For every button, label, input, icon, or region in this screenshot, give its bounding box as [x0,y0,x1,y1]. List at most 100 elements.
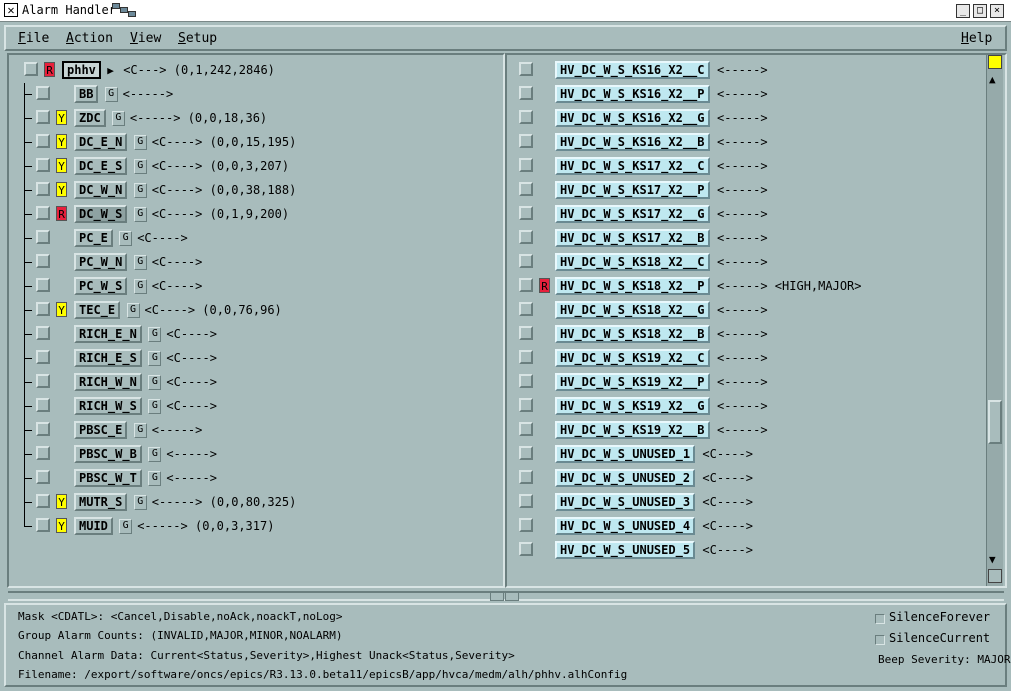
channel-select-box[interactable] [519,158,533,172]
channel-name-button[interactable]: HV_DC_W_S_KS17_X2__P [555,181,710,199]
channel-name-button[interactable]: HV_DC_W_S_KS19_X2__C [555,349,710,367]
channel-select-box[interactable] [519,374,533,388]
group-name-button[interactable]: PBSC_E [74,421,128,439]
group-name-button[interactable]: PC_E [74,229,113,247]
channel-name-button[interactable]: HV_DC_W_S_KS16_X2__C [555,61,710,79]
group-select-box[interactable] [36,86,50,100]
channel-select-box[interactable] [519,110,533,124]
group-name-button[interactable]: MUTR_S [74,493,128,511]
group-guidance-button[interactable]: G [119,231,133,246]
channel-name-button[interactable]: HV_DC_W_S_UNUSED_5 [555,541,696,559]
group-guidance-button[interactable]: G [148,351,162,366]
silence-forever-checkbox[interactable] [875,614,885,624]
channel-select-box[interactable] [519,62,533,76]
channel-name-button[interactable]: HV_DC_W_S_KS16_X2__G [555,109,710,127]
channel-select-box[interactable] [519,86,533,100]
group-name-button[interactable]: phhv [62,61,101,79]
channel-select-box[interactable] [519,398,533,412]
group-name-button[interactable]: DC_W_N [74,181,128,199]
group-guidance-button[interactable]: G [133,183,147,198]
group-name-button[interactable]: PBSC_W_T [74,469,142,487]
splitter-handle-right[interactable] [505,592,519,601]
group-select-box[interactable] [36,446,50,460]
group-select-box[interactable] [36,278,50,292]
group-select-box[interactable] [36,254,50,268]
silence-current-checkbox[interactable] [875,635,885,645]
group-name-button[interactable]: DC_W_S [74,205,128,223]
channel-select-box[interactable] [519,230,533,244]
menu-view[interactable]: View [130,31,161,46]
group-select-box[interactable] [24,62,38,76]
channel-select-box[interactable] [519,518,533,532]
group-select-box[interactable] [36,494,50,508]
group-name-button[interactable]: MUID [74,517,113,535]
group-name-button[interactable]: DC_E_S [74,157,128,175]
group-select-box[interactable] [36,374,50,388]
menu-action[interactable]: Action [66,31,113,46]
group-guidance-button[interactable]: G [104,87,118,102]
group-select-box[interactable] [36,422,50,436]
group-select-box[interactable] [36,110,50,124]
group-select-box[interactable] [36,158,50,172]
close-icon[interactable]: × [990,4,1004,18]
group-name-button[interactable]: BB [74,85,99,103]
group-guidance-button[interactable]: G [133,495,147,510]
channel-name-button[interactable]: HV_DC_W_S_KS18_X2__B [555,325,710,343]
group-guidance-button[interactable]: G [133,159,147,174]
group-select-box[interactable] [36,326,50,340]
splitter-handle-left[interactable] [490,592,504,601]
group-select-box[interactable] [36,230,50,244]
pane-splitter[interactable] [8,591,1004,601]
maximize-icon[interactable]: □ [973,4,987,18]
group-name-button[interactable]: RICH_E_N [74,325,142,343]
group-guidance-button[interactable]: G [148,375,162,390]
channel-name-button[interactable]: HV_DC_W_S_KS17_X2__C [555,157,710,175]
menu-help[interactable]: Help [961,31,992,46]
scrollbar-thumb[interactable] [988,400,1002,444]
channel-name-button[interactable]: HV_DC_W_S_KS19_X2__P [555,373,710,391]
group-select-box[interactable] [36,518,50,532]
group-name-button[interactable]: TEC_E [74,301,121,319]
channel-name-button[interactable]: HV_DC_W_S_UNUSED_2 [555,469,696,487]
group-guidance-button[interactable]: G [148,327,162,342]
channel-select-box[interactable] [519,134,533,148]
group-guidance-button[interactable]: G [133,255,147,270]
group-name-button[interactable]: DC_E_N [74,133,128,151]
group-name-button[interactable]: PC_W_N [74,253,128,271]
group-guidance-button[interactable]: G [133,135,147,150]
window-menu-icon[interactable]: ✕ [4,3,18,17]
group-name-button[interactable]: RICH_W_N [74,373,142,391]
group-guidance-button[interactable]: G [119,519,133,534]
channel-name-button[interactable]: HV_DC_W_S_KS17_X2__B [555,229,710,247]
channel-select-box[interactable] [519,302,533,316]
channel-select-box[interactable] [519,422,533,436]
group-guidance-button[interactable]: G [148,471,162,486]
channel-name-button[interactable]: HV_DC_W_S_UNUSED_3 [555,493,696,511]
group-name-button[interactable]: PBSC_W_B [74,445,142,463]
group-guidance-button[interactable]: G [111,111,125,126]
minimize-icon[interactable]: _ [956,4,970,18]
scroll-down-icon[interactable]: ▼ [989,553,996,566]
channel-name-button[interactable]: HV_DC_W_S_KS16_X2__B [555,133,710,151]
channel-name-button[interactable]: HV_DC_W_S_KS18_X2__C [555,253,710,271]
channel-name-button[interactable]: HV_DC_W_S_KS18_X2__G [555,301,710,319]
group-guidance-button[interactable]: G [148,399,162,414]
pager-icon[interactable] [112,3,148,19]
channel-name-button[interactable]: HV_DC_W_S_KS19_X2__B [555,421,710,439]
group-select-box[interactable] [36,398,50,412]
channel-select-box[interactable] [519,254,533,268]
scroll-up-icon[interactable]: ▲ [989,73,996,86]
group-name-button[interactable]: RICH_E_S [74,349,142,367]
group-name-button[interactable]: ZDC [74,109,106,127]
channel-name-button[interactable]: HV_DC_W_S_UNUSED_4 [555,517,696,535]
menu-file[interactable]: File [18,31,49,46]
channel-name-button[interactable]: HV_DC_W_S_KS19_X2__G [555,397,710,415]
group-guidance-button[interactable]: G [126,303,140,318]
group-guidance-button[interactable]: G [133,279,147,294]
group-select-box[interactable] [36,302,50,316]
group-name-button[interactable]: PC_W_S [74,277,128,295]
channel-name-button[interactable]: HV_DC_W_S_KS17_X2__G [555,205,710,223]
group-select-box[interactable] [36,206,50,220]
group-select-box[interactable] [36,470,50,484]
channel-select-box[interactable] [519,446,533,460]
